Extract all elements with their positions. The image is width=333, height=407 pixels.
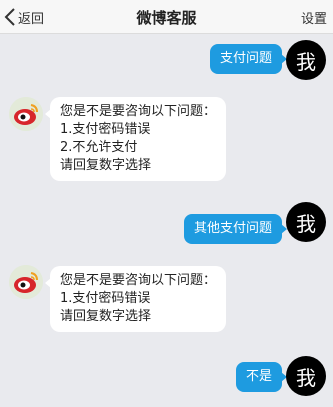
top-bar: 返回 微博客服 设置 — [0, 0, 333, 34]
message-text: 其他支付问题 — [193, 221, 272, 236]
cs-avatar[interactable] — [9, 265, 43, 299]
message-text: 不是 — [245, 369, 272, 384]
weibo-logo-icon — [9, 97, 43, 131]
message-line: 请回复数字选择 — [60, 309, 152, 324]
message-line: 2.不允许支付 — [60, 140, 138, 155]
my-avatar-label: 我 — [296, 211, 316, 236]
message-line: 1.支付密码错误 — [60, 291, 151, 306]
my-avatar[interactable]: 我 — [286, 202, 326, 242]
message-text: 支付问题 — [219, 51, 272, 66]
message-line: 您是不是要咨询以下问题： — [60, 104, 217, 119]
my-avatar-label: 我 — [296, 49, 316, 74]
my-avatar[interactable]: 我 — [286, 356, 326, 396]
my-avatar-label: 我 — [296, 365, 316, 390]
cs-message-bubble: 您是不是要咨询以下问题： 1.支付密码错误 2.不允许支付 请回复数字选择 — [44, 97, 227, 181]
message-line: 请回复数字选择 — [60, 158, 152, 173]
cs-avatar[interactable] — [9, 97, 43, 131]
my-message-bubble: 支付问题 — [209, 44, 288, 74]
message-line: 您是不是要咨询以下问题： — [60, 273, 217, 288]
weibo-logo-icon — [9, 265, 43, 299]
message-line: 1.支付密码错误 — [60, 122, 151, 137]
my-avatar[interactable]: 我 — [286, 40, 326, 80]
my-message-bubble: 不是 — [235, 362, 288, 392]
cs-message-bubble: 您是不是要咨询以下问题： 1.支付密码错误 请回复数字选择 — [44, 266, 227, 332]
settings-button[interactable]: 设置 — [301, 8, 327, 27]
page-title: 微博客服 — [136, 9, 197, 27]
my-message-bubble: 其他支付问题 — [183, 214, 288, 244]
